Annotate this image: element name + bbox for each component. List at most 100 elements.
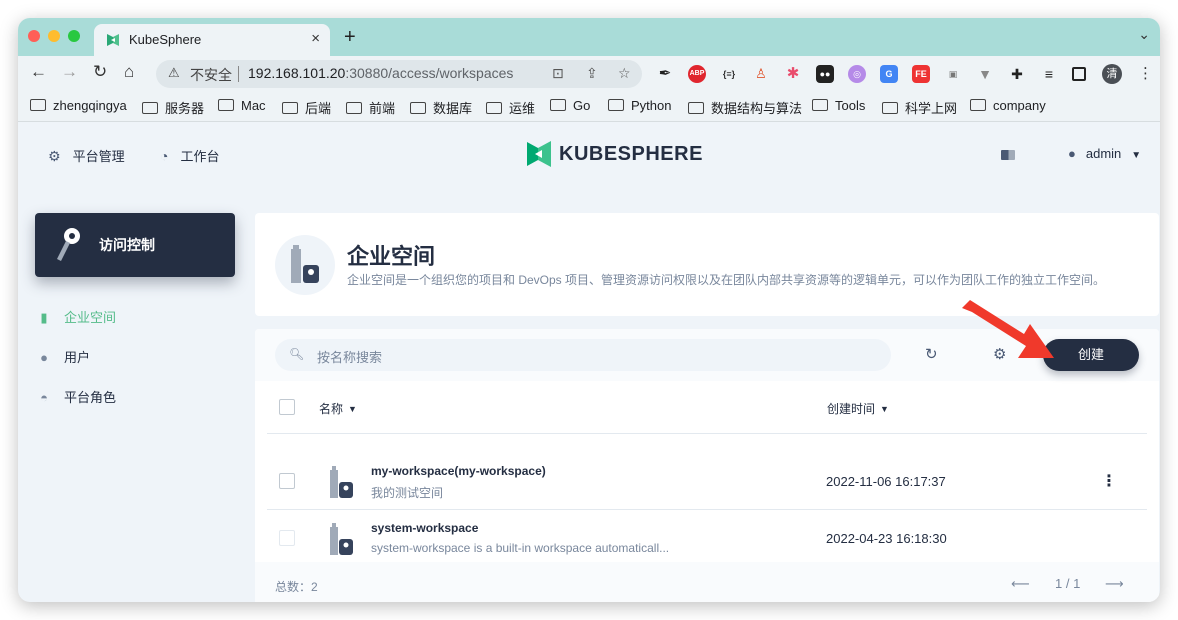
column-name-header[interactable]: 名称 ▼ <box>319 400 357 417</box>
bookmark-star-icon[interactable]: ☆ <box>618 65 631 82</box>
translate-icon[interactable]: ⊡ <box>552 65 564 82</box>
side-panel-icon[interactable] <box>1072 67 1086 81</box>
tampermonkey-extension-icon[interactable]: ●● <box>816 65 834 83</box>
folder-icon <box>688 102 704 114</box>
adblock-extension-icon[interactable]: ABP <box>688 65 706 83</box>
tab-bar: KubeSphere × + ⌄ <box>18 18 1160 56</box>
bookmark-folder[interactable]: Mac <box>218 98 266 113</box>
forward-icon[interactable]: → <box>61 62 78 82</box>
folder-icon <box>608 99 624 111</box>
tab-close-icon[interactable]: × <box>311 30 320 47</box>
workspace-name[interactable]: my-workspace(my-workspace) <box>371 464 546 478</box>
sort-caret-icon: ▼ <box>348 404 357 414</box>
platform-management-link[interactable]: ⚙ 平台管理 <box>48 146 125 165</box>
refresh-icon[interactable]: ↻ <box>925 345 938 363</box>
dashboard-gauge-icon: ◔ <box>160 148 169 164</box>
folder-icon <box>30 99 46 111</box>
profile-avatar[interactable]: 清 <box>1102 64 1122 84</box>
bookmark-folder[interactable]: 前端 <box>346 98 395 117</box>
user-icon: ● <box>40 350 48 365</box>
gear-icon: ⚙ <box>48 148 61 164</box>
reading-list-icon[interactable]: ≡ <box>1040 65 1058 83</box>
reload-icon[interactable]: ↻ <box>93 62 107 82</box>
bookmark-folder[interactable]: 数据结构与算法 <box>688 98 802 117</box>
bookmark-folder[interactable]: company <box>970 98 1046 113</box>
bookmark-folder[interactable]: 服务器 <box>142 98 204 117</box>
back-icon[interactable]: ← <box>30 62 47 82</box>
bookmark-folder[interactable]: zhengqingya <box>30 98 127 113</box>
sidebar-item-workspaces[interactable]: ▮ 企业空间 <box>38 307 116 326</box>
share-icon[interactable]: ⇪ <box>586 65 598 82</box>
url-host: 192.168.101.20 <box>248 65 346 81</box>
bookmark-folder[interactable]: 后端 <box>282 98 331 117</box>
tab-search-chevron-icon[interactable]: ⌄ <box>1138 26 1150 43</box>
close-window-button[interactable] <box>28 30 40 42</box>
prev-page-icon[interactable]: ⟵ <box>1011 576 1030 592</box>
toggle-view-icon[interactable] <box>1001 150 1015 160</box>
logo-text: KUBESPHERE <box>559 143 703 165</box>
workspace-description: 我的测试空间 <box>371 486 444 500</box>
table-row[interactable]: my-workspace(my-workspace) 我的测试空间 2022-1… <box>267 453 1147 510</box>
bookmark-folder[interactable]: Python <box>608 98 671 113</box>
row-checkbox[interactable] <box>279 473 295 489</box>
row-checkbox <box>279 530 295 546</box>
folder-icon <box>486 102 502 114</box>
feather-extension-icon[interactable]: ✒ <box>656 65 674 83</box>
folder-icon <box>882 102 898 114</box>
select-all-checkbox[interactable] <box>279 399 295 415</box>
purple-extension-icon[interactable]: ◎ <box>848 65 866 83</box>
folder-icon <box>218 99 234 111</box>
bookmark-folder[interactable]: Go <box>550 98 590 113</box>
bookmark-label: Tools <box>835 98 866 113</box>
table-row[interactable]: system-workspace system-workspace is a b… <box>267 510 1147 567</box>
page-title: 企业空间 <box>347 244 436 269</box>
workbench-link[interactable]: ◔ 工作台 <box>160 146 219 165</box>
sidebar-item-label: 企业空间 <box>64 310 117 325</box>
search-input[interactable]: 🔍︎ 按名称搜索 <box>275 339 891 371</box>
platform-management-label: 平台管理 <box>72 149 125 164</box>
next-page-icon[interactable]: ⟶ <box>1105 576 1124 592</box>
sort-caret-icon: ▼ <box>880 404 889 414</box>
fe-extension-icon[interactable]: FE <box>912 65 930 83</box>
folder-icon <box>550 99 566 111</box>
vue-extension-icon[interactable]: ▼ <box>976 65 994 83</box>
new-tab-button[interactable]: + <box>344 26 356 49</box>
more-actions-icon[interactable]: ⋮ <box>1101 471 1117 491</box>
bookmarks-bar: zhengqingya 服务器 Mac 后端 前端 数据库 运维 Go Pyth… <box>18 92 1160 122</box>
bookmark-folder[interactable]: 科学上网 <box>882 98 957 117</box>
sidebar-item-platform-roles[interactable]: ◓ 平台角色 <box>38 387 116 406</box>
bookmark-label: zhengqingya <box>53 98 127 113</box>
bookmark-folder[interactable]: 数据库 <box>410 98 472 117</box>
access-control-title: 访问控制 <box>99 237 155 253</box>
bookmark-label: 后端 <box>305 101 332 116</box>
user-menu[interactable]: ● admin ▼ <box>1068 146 1141 161</box>
search-icon: 🔍︎ <box>289 347 305 361</box>
workspace-description: system-workspace is a built-in workspace… <box>371 541 670 555</box>
bookmark-folder[interactable]: 运维 <box>486 98 535 117</box>
colorful-extension-icon[interactable]: ✱ <box>784 65 802 83</box>
bookmark-label: company <box>993 98 1046 113</box>
bookmark-label: 服务器 <box>165 101 205 116</box>
address-bar[interactable]: ⚠ 不安全 192.168.101.20:30880/access/worksp… <box>156 60 642 88</box>
google-translate-extension-icon[interactable]: G <box>880 65 898 83</box>
extensions-puzzle-icon[interactable]: ✚ <box>1008 65 1026 83</box>
home-icon[interactable]: ⌂ <box>124 62 134 82</box>
zoom-window-button[interactable] <box>68 30 80 42</box>
folder-icon <box>142 102 158 114</box>
kubesphere-favicon-icon <box>107 34 119 46</box>
column-created-header[interactable]: 创建时间 ▼ <box>827 400 889 417</box>
sidebar-item-users[interactable]: ● 用户 <box>38 347 90 366</box>
chevron-down-icon: ▼ <box>1131 150 1142 161</box>
created-time: 2022-11-06 16:17:37 <box>826 474 946 489</box>
bookmark-folder[interactable]: Tools <box>812 98 865 113</box>
minimize-window-button[interactable] <box>48 30 60 42</box>
reader-extension-icon[interactable]: ▣ <box>944 65 962 83</box>
network-extension-icon[interactable]: ♙ <box>752 65 770 83</box>
json-extension-icon[interactable]: {≡} <box>720 65 738 83</box>
workspace-icon: ▮ <box>40 310 48 325</box>
browser-tab[interactable]: KubeSphere × <box>94 24 330 56</box>
browser-menu-icon[interactable]: ⋮ <box>1138 64 1153 82</box>
kubesphere-logo-icon <box>527 141 551 167</box>
workspace-name[interactable]: system-workspace <box>371 521 478 535</box>
column-label: 创建时间 <box>827 402 876 416</box>
